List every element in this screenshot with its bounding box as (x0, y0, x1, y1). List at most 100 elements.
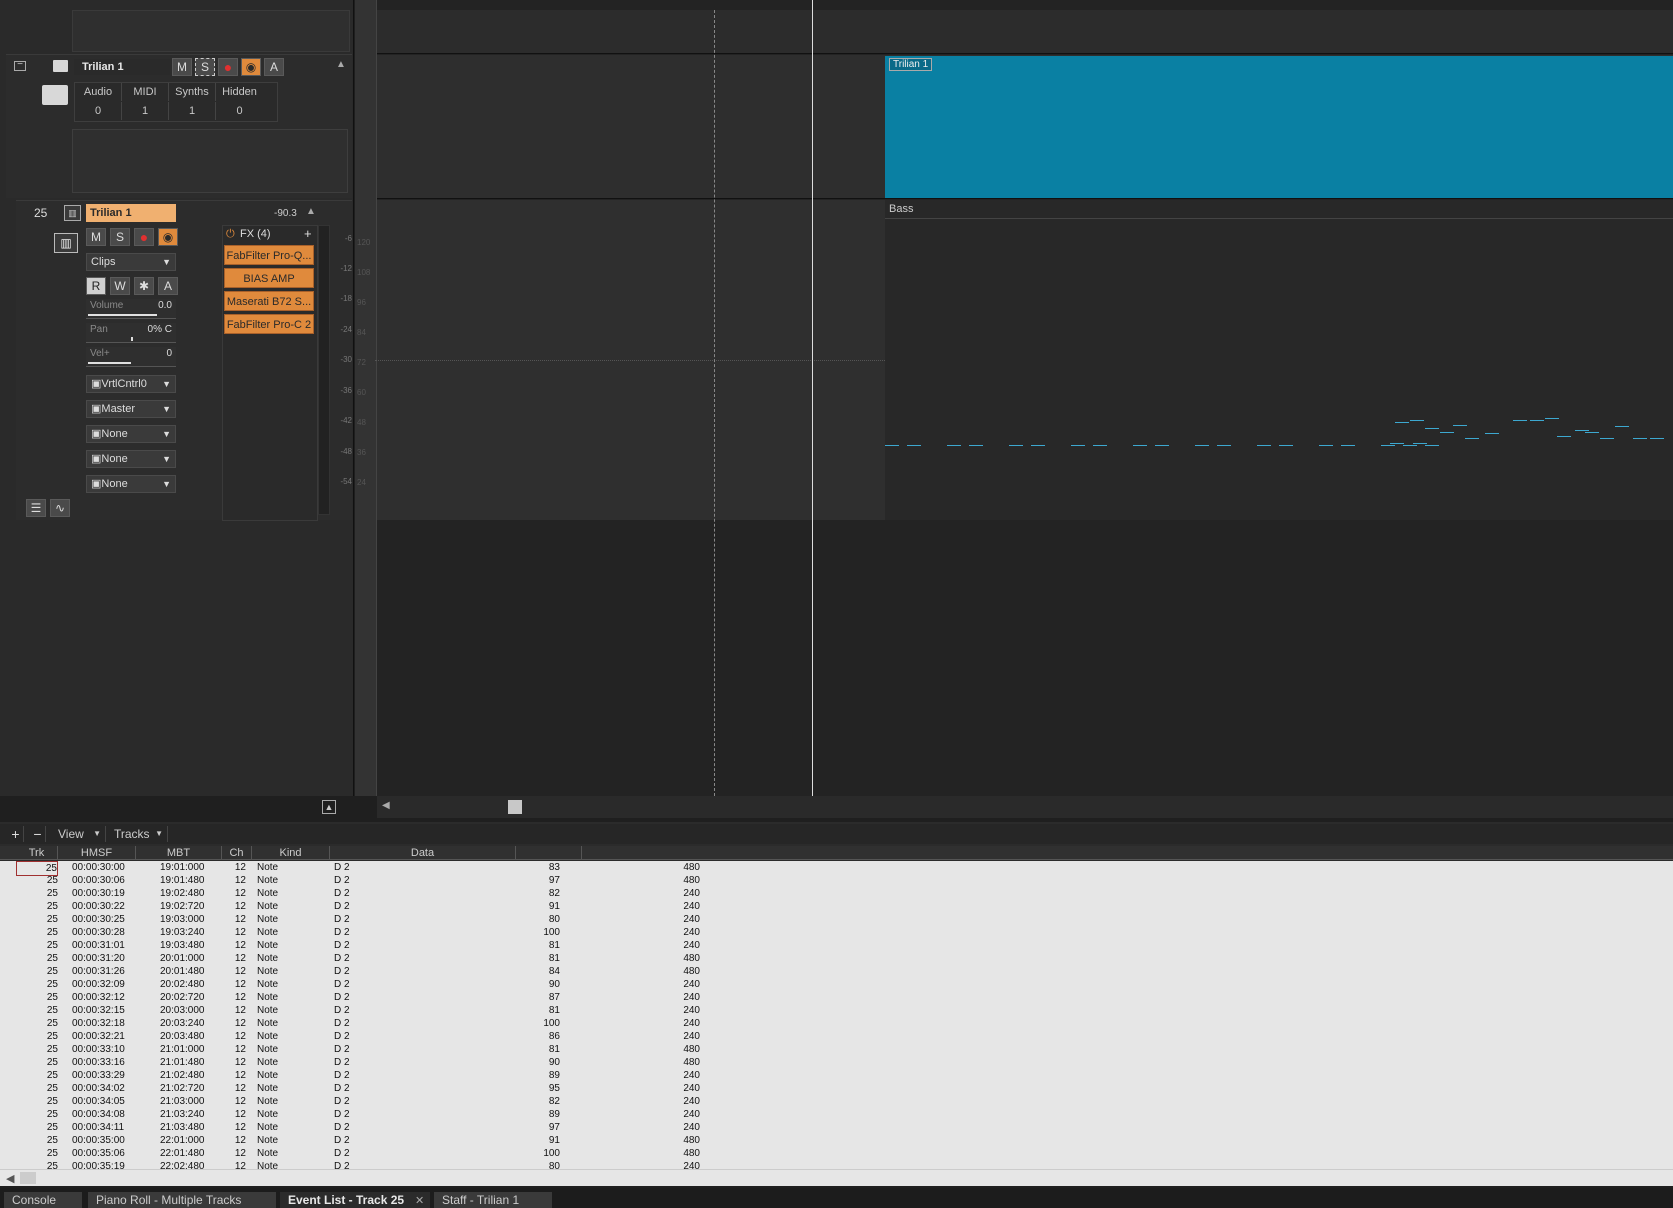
cell-trk[interactable]: 25 (16, 1134, 58, 1147)
cell-kind[interactable]: Note (257, 1108, 317, 1121)
cell-velocity[interactable]: 83 (520, 861, 560, 874)
table-row[interactable]: 25 00:00:32:12 20:02:720 12 Note D 2 87 240 (0, 991, 1673, 1004)
cell-ch[interactable]: 12 (222, 861, 246, 874)
midi-note[interactable] (1633, 438, 1647, 439)
column-header-hmsf[interactable]: HMSF (58, 846, 136, 860)
write-automation-button[interactable]: W (110, 277, 130, 295)
cell-mbt[interactable]: 21:01:480 (160, 1056, 224, 1069)
cell-trk[interactable]: 25 (16, 1069, 58, 1082)
input-echo-button[interactable]: ◉ (158, 228, 178, 246)
midi-note[interactable] (1093, 445, 1107, 446)
cell-data[interactable]: D 2 (334, 1108, 374, 1121)
cell-hmsf[interactable]: 00:00:30:06 (72, 874, 142, 887)
mute-button[interactable]: M (86, 228, 106, 246)
cell-duration[interactable]: 240 (660, 1121, 700, 1134)
table-row[interactable]: 25 00:00:30:25 19:03:000 12 Note D 2 80 240 (0, 913, 1673, 926)
cell-kind[interactable]: Note (257, 978, 317, 991)
column-header-data[interactable]: Data (330, 846, 516, 860)
folder-automation-button[interactable]: A (264, 58, 284, 76)
cell-hmsf[interactable]: 00:00:31:20 (72, 952, 142, 965)
cell-hmsf[interactable]: 00:00:30:19 (72, 887, 142, 900)
table-row[interactable]: 25 00:00:33:29 21:02:480 12 Note D 2 89 240 (0, 1069, 1673, 1082)
cell-ch[interactable]: 12 (222, 1134, 246, 1147)
cell-ch[interactable]: 12 (222, 1004, 246, 1017)
cell-data[interactable]: D 2 (334, 1043, 374, 1056)
cell-data[interactable]: D 2 (334, 1121, 374, 1134)
midi-note[interactable] (1390, 443, 1404, 444)
cell-hmsf[interactable]: 00:00:30:22 (72, 900, 142, 913)
track-layout-icon[interactable]: ☰ (26, 499, 46, 517)
instrument-track-name[interactable]: Trilian 1 (86, 204, 176, 222)
cell-ch[interactable]: 12 (222, 1069, 246, 1082)
cell-trk[interactable]: 25 (16, 939, 58, 952)
column-header-trk[interactable]: Trk (16, 846, 58, 860)
cell-data[interactable]: D 2 (334, 965, 374, 978)
cell-data[interactable]: D 2 (334, 1134, 374, 1147)
midi-note[interactable] (1133, 445, 1147, 446)
expand-icon[interactable]: ▲ (322, 800, 336, 814)
cell-hmsf[interactable]: 00:00:32:09 (72, 978, 142, 991)
cell-mbt[interactable]: 19:02:480 (160, 887, 224, 900)
cell-kind[interactable]: Note (257, 861, 317, 874)
cell-duration[interactable]: 240 (660, 1108, 700, 1121)
delete-event-button[interactable]: − (30, 826, 46, 842)
cell-kind[interactable]: Note (257, 1004, 317, 1017)
table-row[interactable]: 25 00:00:32:09 20:02:480 12 Note D 2 90 240 (0, 978, 1673, 991)
cell-data[interactable]: D 2 (334, 1095, 374, 1108)
cell-hmsf[interactable]: 00:00:34:05 (72, 1095, 142, 1108)
tab-console[interactable]: Console (4, 1192, 82, 1208)
cell-data[interactable]: D 2 (334, 913, 374, 926)
tracks-menu[interactable]: Tracks ▼ (108, 826, 168, 842)
midi-note[interactable] (1615, 426, 1629, 427)
cell-mbt[interactable]: 20:02:480 (160, 978, 224, 991)
midi-note[interactable] (1600, 438, 1614, 439)
cell-velocity[interactable]: 81 (520, 1004, 560, 1017)
cell-ch[interactable]: 12 (222, 887, 246, 900)
cell-velocity[interactable]: 90 (520, 978, 560, 991)
cell-data[interactable]: D 2 (334, 952, 374, 965)
cell-kind[interactable]: Note (257, 926, 317, 939)
midi-note[interactable] (1530, 420, 1544, 421)
midi-note[interactable] (907, 445, 921, 446)
input-dropdown[interactable]: ▣VrtlCntrl0 ▼ (86, 375, 176, 393)
read-automation-button[interactable]: R (86, 277, 106, 295)
cell-trk[interactable]: 25 (16, 1043, 58, 1056)
midi-note[interactable] (1279, 445, 1293, 446)
midi-note[interactable] (1410, 420, 1424, 421)
cell-ch[interactable]: 12 (222, 1160, 246, 1169)
send-dropdown[interactable]: ▣None ▼ (86, 450, 176, 468)
cell-kind[interactable]: Note (257, 900, 317, 913)
cell-mbt[interactable]: 20:02:720 (160, 991, 224, 1004)
midi-note[interactable] (1395, 422, 1409, 423)
cell-kind[interactable]: Note (257, 913, 317, 926)
cell-mbt[interactable]: 21:01:000 (160, 1043, 224, 1056)
cell-duration[interactable]: 480 (660, 874, 700, 887)
cell-data[interactable]: D 2 (334, 1004, 374, 1017)
cell-velocity[interactable]: 91 (520, 1134, 560, 1147)
cell-hmsf[interactable]: 00:00:33:16 (72, 1056, 142, 1069)
send-dropdown[interactable]: ▣None ▼ (86, 475, 176, 493)
collapse-icon[interactable]: − (14, 60, 26, 71)
cell-data[interactable]: D 2 (334, 1147, 374, 1160)
cell-trk[interactable]: 25 (16, 874, 58, 887)
column-header-kind[interactable]: Kind (252, 846, 330, 860)
cell-velocity[interactable]: 82 (520, 1095, 560, 1108)
folder-clip[interactable]: Trilian 1 (885, 56, 1673, 198)
table-row[interactable]: 25 00:00:34:02 21:02:720 12 Note D 2 95 240 (0, 1082, 1673, 1095)
cell-data[interactable]: D 2 (334, 1017, 374, 1030)
midi-note[interactable] (1413, 443, 1427, 444)
cell-data[interactable]: D 2 (334, 1069, 374, 1082)
midi-note[interactable] (1195, 445, 1209, 446)
cell-hmsf[interactable]: 00:00:32:18 (72, 1017, 142, 1030)
cell-hmsf[interactable]: 00:00:30:00 (72, 861, 142, 874)
cell-data[interactable]: D 2 (334, 900, 374, 913)
fx-plugin[interactable]: BIAS AMP (224, 268, 314, 288)
cell-mbt[interactable]: 19:02:720 (160, 900, 224, 913)
cell-velocity[interactable]: 90 (520, 1056, 560, 1069)
cell-duration[interactable]: 480 (660, 965, 700, 978)
automation-a-button[interactable]: A (158, 277, 178, 295)
cell-duration[interactable]: 240 (660, 939, 700, 952)
cell-ch[interactable]: 12 (222, 1082, 246, 1095)
cell-data[interactable]: D 2 (334, 978, 374, 991)
cell-velocity[interactable]: 89 (520, 1108, 560, 1121)
